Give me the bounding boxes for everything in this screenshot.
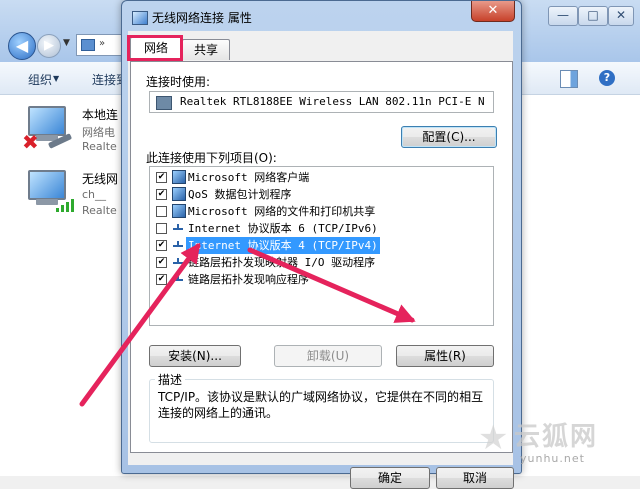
install-button[interactable]: 安装(N)... (149, 345, 241, 367)
protocol-icon (172, 238, 184, 250)
network-folder-icon (81, 39, 95, 51)
history-dropdown-icon[interactable]: ▼ (63, 38, 70, 48)
connection-device: Realte (82, 204, 117, 217)
adapter-field: Realtek RTL8188EE Wireless LAN 802.11n P… (149, 91, 494, 113)
item-checkbox[interactable]: ✔ (156, 189, 167, 200)
item-label: Internet 协议版本 6 (TCP/IPv6) (188, 222, 378, 235)
network-client-icon (172, 170, 186, 184)
fox-logo-icon: ★ (478, 418, 509, 458)
list-item[interactable]: Microsoft 网络的文件和打印机共享 (152, 203, 482, 220)
help-icon[interactable]: ? (599, 70, 615, 86)
ok-button[interactable]: 确定 (350, 467, 430, 489)
connection-status: ch__ (82, 188, 107, 201)
tab-network[interactable]: 网络 (130, 37, 182, 60)
network-service-icon (172, 187, 186, 201)
computer-network-icon: ✖ (22, 104, 74, 152)
configure-button[interactable]: 配置(C)... (401, 126, 497, 148)
adapter-name: Realtek RTL8188EE Wireless LAN 802.11n P… (180, 95, 485, 108)
protocol-icon (172, 255, 184, 267)
item-label: 链路层拓扑发现响应程序 (188, 273, 309, 286)
computer-wireless-icon (22, 168, 74, 216)
connection-item-wireless[interactable]: 无线网 ch__ Realte (22, 168, 132, 224)
items-list[interactable]: ✔ Microsoft 网络客户端 ✔ QoS 数据包计划程序 Microsof… (149, 166, 494, 326)
list-item[interactable]: Internet 协议版本 6 (TCP/IPv6) (152, 220, 482, 237)
signal-strength-icon (52, 196, 78, 212)
network-adapter-icon (156, 96, 172, 110)
connection-device: Realte (82, 140, 117, 153)
preview-pane-icon[interactable] (560, 70, 578, 88)
address-bar[interactable]: » (76, 34, 123, 56)
maximize-button[interactable]: □ (578, 6, 608, 26)
close-button[interactable]: ✕ (471, 1, 515, 22)
uninstall-button[interactable]: 卸载(U) (274, 345, 382, 367)
item-label: 链路层拓扑发现映射器 I/O 驱动程序 (188, 256, 376, 269)
chevron-down-icon: ▼ (53, 74, 60, 83)
dialog-client: 网络 共享 连接时使用: Realtek RTL8188EE Wireless … (127, 31, 514, 489)
list-item-selected[interactable]: ✔ Internet 协议版本 4 (TCP/IPv4) (152, 237, 482, 254)
connect-using-label: 连接时使用: (146, 75, 211, 89)
list-item[interactable]: ✔ Microsoft 网络客户端 (152, 169, 482, 186)
item-label: Microsoft 网络的文件和打印机共享 (188, 205, 376, 218)
watermark-url: yunhu.net (520, 452, 585, 465)
protocol-icon (172, 221, 184, 233)
network-service-icon (172, 204, 186, 218)
minimize-button[interactable]: — (548, 6, 578, 26)
item-label: Internet 协议版本 4 (TCP/IPv4) (186, 237, 380, 254)
watermark-text: 云狐网 (514, 422, 599, 452)
forward-button[interactable]: ▶ (37, 34, 61, 58)
description-text: TCP/IP。该协议是默认的广域网络协议，它提供在不同的相互连接的网络上的通讯。 (158, 390, 484, 420)
items-label: 此连接使用下列项目(O): (146, 151, 277, 165)
wireless-properties-dialog: 无线网络连接 属性 ✕ 网络 共享 连接时使用: Realtek RTL8188… (121, 0, 522, 489)
item-checkbox[interactable] (156, 206, 167, 217)
connection-status: 网络电 (82, 126, 115, 139)
properties-button[interactable]: 属性(R) (396, 345, 494, 367)
description-title: 描述 (155, 371, 186, 388)
breadcrumb-arrow-icon[interactable]: » (99, 38, 105, 49)
disconnected-x-icon: ✖ (22, 130, 39, 154)
connection-name: 本地连 (82, 108, 119, 122)
item-checkbox[interactable]: ✔ (156, 257, 167, 268)
dialog-title: 无线网络连接 属性 (152, 11, 252, 25)
network-connection-icon (132, 11, 148, 25)
organize-menu[interactable]: 组织 (28, 71, 52, 88)
item-checkbox[interactable]: ✔ (156, 172, 167, 183)
list-item[interactable]: ✔ 链路层拓扑发现映射器 I/O 驱动程序 (152, 254, 482, 271)
item-label: QoS 数据包计划程序 (188, 188, 292, 201)
connection-name: 无线网 (82, 172, 119, 186)
item-checkbox[interactable]: ✔ (156, 274, 167, 285)
list-item[interactable]: ✔ 链路层拓扑发现响应程序 (152, 271, 482, 288)
item-checkbox[interactable]: ✔ (156, 240, 167, 251)
connection-item-local[interactable]: ✖ 本地连 网络电 Realte (22, 104, 132, 160)
item-label: Microsoft 网络客户端 (188, 171, 310, 184)
explorer-close-button[interactable]: ✕ (608, 6, 634, 26)
item-checkbox[interactable] (156, 223, 167, 234)
list-item[interactable]: ✔ QoS 数据包计划程序 (152, 186, 482, 203)
watermark: ★ 云狐网 yunhu.net (478, 416, 638, 472)
protocol-icon (172, 272, 184, 284)
tab-sharing[interactable]: 共享 (182, 39, 230, 60)
back-button[interactable]: ◀ (8, 32, 36, 60)
